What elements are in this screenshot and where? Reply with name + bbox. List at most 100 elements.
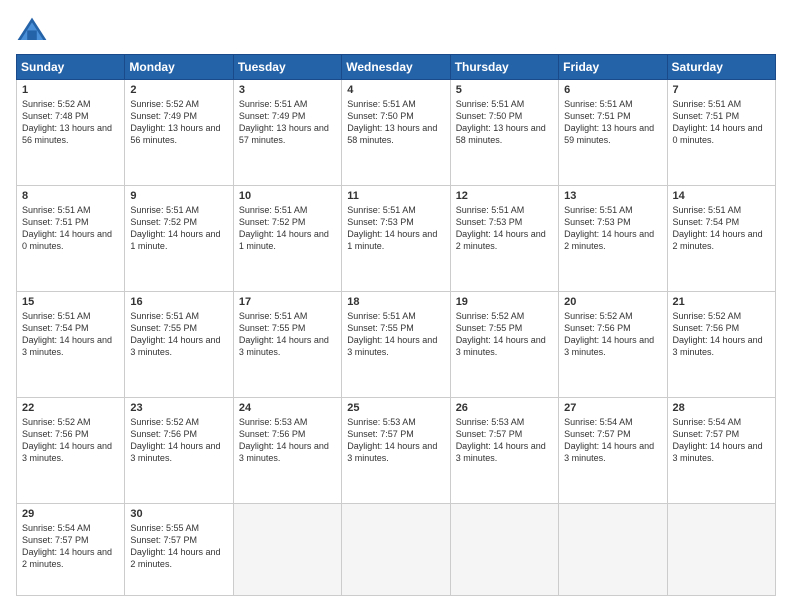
calendar-day-cell: 27 Sunrise: 5:54 AMSunset: 7:57 PMDayligh… xyxy=(559,397,667,503)
day-number: 17 xyxy=(239,296,336,308)
weekday-header-friday: Friday xyxy=(559,55,667,80)
day-info: Sunrise: 5:51 AMSunset: 7:52 PMDaylight:… xyxy=(130,205,220,251)
calendar-day-cell: 5 Sunrise: 5:51 AMSunset: 7:50 PMDaylight… xyxy=(450,80,558,186)
day-info: Sunrise: 5:52 AMSunset: 7:56 PMDaylight:… xyxy=(564,311,654,357)
day-info: Sunrise: 5:51 AMSunset: 7:51 PMDaylight:… xyxy=(673,99,763,145)
day-info: Sunrise: 5:51 AMSunset: 7:54 PMDaylight:… xyxy=(673,205,763,251)
day-info: Sunrise: 5:51 AMSunset: 7:55 PMDaylight:… xyxy=(130,311,220,357)
calendar-day-cell: 24Sunrise: 5:53 AMSunset: 7:56 PMDayligh… xyxy=(233,397,341,503)
calendar-day-cell: 7 Sunrise: 5:51 AMSunset: 7:51 PMDaylight… xyxy=(667,80,775,186)
day-info: Sunrise: 5:51 AMSunset: 7:50 PMDaylight:… xyxy=(347,99,437,145)
calendar-day-cell: 29 Sunrise: 5:54 AMSunset: 7:57 PMDayligh… xyxy=(17,503,125,595)
calendar-week-row: 1 Sunrise: 5:52 AMSunset: 7:48 PMDaylight… xyxy=(17,80,776,186)
calendar-day-cell: 2 Sunrise: 5:52 AMSunset: 7:49 PMDaylight… xyxy=(125,80,233,186)
day-number: 13 xyxy=(564,190,661,202)
day-number: 12 xyxy=(456,190,553,202)
day-info: Sunrise: 5:52 AMSunset: 7:55 PMDaylight:… xyxy=(456,311,546,357)
day-info: Sunrise: 5:52 AMSunset: 7:49 PMDaylight:… xyxy=(130,99,220,145)
calendar-day-cell: 30 Sunrise: 5:55 AMSunset: 7:57 PMDayligh… xyxy=(125,503,233,595)
calendar-day-cell: 9 Sunrise: 5:51 AMSunset: 7:52 PMDaylight… xyxy=(125,185,233,291)
logo-icon xyxy=(16,16,48,44)
day-number: 22 xyxy=(22,402,119,414)
day-info: Sunrise: 5:51 AMSunset: 7:53 PMDaylight:… xyxy=(456,205,546,251)
day-number: 8 xyxy=(22,190,119,202)
day-number: 27 xyxy=(564,402,661,414)
calendar-day-cell: 1 Sunrise: 5:52 AMSunset: 7:48 PMDaylight… xyxy=(17,80,125,186)
calendar-day-cell: 16 Sunrise: 5:51 AMSunset: 7:55 PMDayligh… xyxy=(125,291,233,397)
day-info: Sunrise: 5:51 AMSunset: 7:53 PMDaylight:… xyxy=(564,205,654,251)
day-info: Sunrise: 5:54 AMSunset: 7:57 PMDaylight:… xyxy=(564,417,654,463)
day-number: 2 xyxy=(130,84,227,96)
day-info: Sunrise: 5:51 AMSunset: 7:55 PMDaylight:… xyxy=(239,311,329,357)
day-number: 15 xyxy=(22,296,119,308)
weekday-header-thursday: Thursday xyxy=(450,55,558,80)
day-number: 29 xyxy=(22,508,119,520)
weekday-header-tuesday: Tuesday xyxy=(233,55,341,80)
calendar-day-cell xyxy=(450,503,558,595)
day-info: Sunrise: 5:52 AMSunset: 7:48 PMDaylight:… xyxy=(22,99,112,145)
day-number: 4 xyxy=(347,84,444,96)
calendar-day-cell: 20 Sunrise: 5:52 AMSunset: 7:56 PMDayligh… xyxy=(559,291,667,397)
calendar-day-cell: 8Sunrise: 5:51 AMSunset: 7:51 PMDaylight… xyxy=(17,185,125,291)
day-info: Sunrise: 5:53 AMSunset: 7:57 PMDaylight:… xyxy=(347,417,437,463)
day-number: 18 xyxy=(347,296,444,308)
calendar-day-cell: 25 Sunrise: 5:53 AMSunset: 7:57 PMDayligh… xyxy=(342,397,450,503)
calendar-week-row: 8Sunrise: 5:51 AMSunset: 7:51 PMDaylight… xyxy=(17,185,776,291)
calendar-week-row: 22 Sunrise: 5:52 AMSunset: 7:56 PMDayligh… xyxy=(17,397,776,503)
day-number: 5 xyxy=(456,84,553,96)
day-info: Sunrise: 5:53 AMSunset: 7:57 PMDaylight:… xyxy=(456,417,546,463)
weekday-header-monday: Monday xyxy=(125,55,233,80)
day-info: Sunrise: 5:52 AMSunset: 7:56 PMDaylight:… xyxy=(130,417,220,463)
day-number: 7 xyxy=(673,84,770,96)
day-number: 19 xyxy=(456,296,553,308)
day-number: 14 xyxy=(673,190,770,202)
day-number: 28 xyxy=(673,402,770,414)
day-number: 30 xyxy=(130,508,227,520)
day-number: 25 xyxy=(347,402,444,414)
calendar-day-cell: 13 Sunrise: 5:51 AMSunset: 7:53 PMDayligh… xyxy=(559,185,667,291)
calendar-day-cell: 6 Sunrise: 5:51 AMSunset: 7:51 PMDaylight… xyxy=(559,80,667,186)
day-info: Sunrise: 5:51 AMSunset: 7:53 PMDaylight:… xyxy=(347,205,437,251)
weekday-header-row: SundayMondayTuesdayWednesdayThursdayFrid… xyxy=(17,55,776,80)
day-info: Sunrise: 5:55 AMSunset: 7:57 PMDaylight:… xyxy=(130,523,220,569)
day-info: Sunrise: 5:54 AMSunset: 7:57 PMDaylight:… xyxy=(22,523,112,569)
page: SundayMondayTuesdayWednesdayThursdayFrid… xyxy=(0,0,792,612)
calendar-day-cell xyxy=(233,503,341,595)
header xyxy=(16,16,776,44)
day-info: Sunrise: 5:53 AMSunset: 7:56 PMDaylight:… xyxy=(239,417,329,463)
calendar-day-cell: 12 Sunrise: 5:51 AMSunset: 7:53 PMDayligh… xyxy=(450,185,558,291)
day-info: Sunrise: 5:51 AMSunset: 7:50 PMDaylight:… xyxy=(456,99,546,145)
day-number: 9 xyxy=(130,190,227,202)
day-info: Sunrise: 5:51 AMSunset: 7:55 PMDaylight:… xyxy=(347,311,437,357)
day-info: Sunrise: 5:51 AMSunset: 7:49 PMDaylight:… xyxy=(239,99,329,145)
day-info: Sunrise: 5:52 AMSunset: 7:56 PMDaylight:… xyxy=(673,311,763,357)
weekday-header-sunday: Sunday xyxy=(17,55,125,80)
day-number: 16 xyxy=(130,296,227,308)
calendar-week-row: 29 Sunrise: 5:54 AMSunset: 7:57 PMDayligh… xyxy=(17,503,776,595)
calendar-day-cell: 15 Sunrise: 5:51 AMSunset: 7:54 PMDayligh… xyxy=(17,291,125,397)
calendar-day-cell xyxy=(667,503,775,595)
calendar-table: SundayMondayTuesdayWednesdayThursdayFrid… xyxy=(16,54,776,596)
weekday-header-saturday: Saturday xyxy=(667,55,775,80)
calendar-day-cell: 18 Sunrise: 5:51 AMSunset: 7:55 PMDayligh… xyxy=(342,291,450,397)
day-info: Sunrise: 5:54 AMSunset: 7:57 PMDaylight:… xyxy=(673,417,763,463)
day-info: Sunrise: 5:51 AMSunset: 7:51 PMDaylight:… xyxy=(564,99,654,145)
day-number: 20 xyxy=(564,296,661,308)
calendar-day-cell: 23 Sunrise: 5:52 AMSunset: 7:56 PMDayligh… xyxy=(125,397,233,503)
calendar-day-cell xyxy=(559,503,667,595)
day-number: 26 xyxy=(456,402,553,414)
day-number: 23 xyxy=(130,402,227,414)
day-number: 10 xyxy=(239,190,336,202)
calendar-day-cell: 4 Sunrise: 5:51 AMSunset: 7:50 PMDaylight… xyxy=(342,80,450,186)
day-number: 6 xyxy=(564,84,661,96)
day-number: 1 xyxy=(22,84,119,96)
day-number: 3 xyxy=(239,84,336,96)
calendar-day-cell: 26 Sunrise: 5:53 AMSunset: 7:57 PMDayligh… xyxy=(450,397,558,503)
day-info: Sunrise: 5:51 AMSunset: 7:52 PMDaylight:… xyxy=(239,205,329,251)
logo xyxy=(16,16,52,44)
day-info: Sunrise: 5:51 AMSunset: 7:54 PMDaylight:… xyxy=(22,311,112,357)
day-number: 21 xyxy=(673,296,770,308)
day-info: Sunrise: 5:52 AMSunset: 7:56 PMDaylight:… xyxy=(22,417,112,463)
day-number: 11 xyxy=(347,190,444,202)
calendar-day-cell: 22 Sunrise: 5:52 AMSunset: 7:56 PMDayligh… xyxy=(17,397,125,503)
